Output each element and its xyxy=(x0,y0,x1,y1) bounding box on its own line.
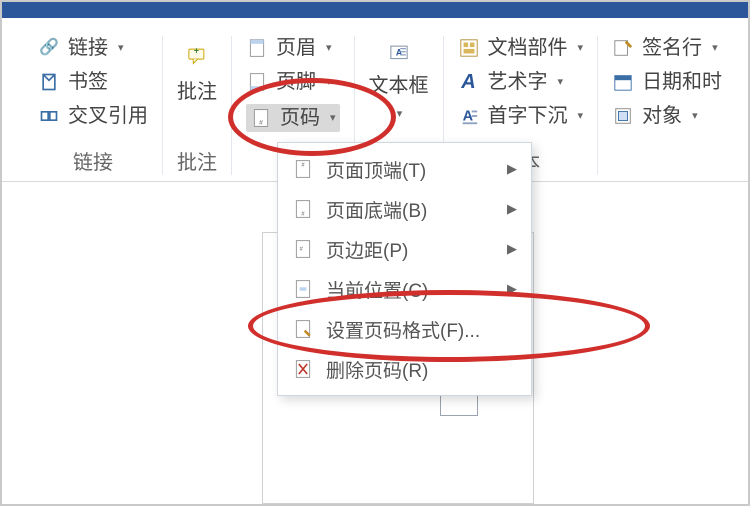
group-comments-label: 批注 xyxy=(177,146,217,175)
remove-page-numbers-icon xyxy=(292,358,314,380)
signature-label: 签名行 xyxy=(642,36,702,60)
dropdown-icon: ▾ xyxy=(578,36,584,60)
group-links: 🔗 链接 ▾ 书签 交叉引用 xyxy=(24,36,162,175)
format-page-numbers-icon xyxy=(292,318,314,340)
menu-page-margins[interactable]: # 页边距(P) ▶ xyxy=(278,229,531,269)
bookmark-button[interactable]: 书签 xyxy=(38,70,148,94)
hyperlink-button[interactable]: 🔗 链接 ▾ xyxy=(38,36,148,60)
submenu-arrow-icon: ▶ xyxy=(507,161,517,177)
datetime-label: 日期和时 xyxy=(642,70,722,94)
quick-parts-label: 文档部件 xyxy=(488,36,568,60)
drop-cap-icon: A xyxy=(458,105,480,127)
menu-margins-label: 页边距(P) xyxy=(326,236,408,263)
page-number-button[interactable]: # 页码 ▾ xyxy=(246,104,340,132)
submenu-arrow-icon: ▶ xyxy=(507,281,517,297)
svg-text:#: # xyxy=(259,120,263,127)
page-bottom-icon: # xyxy=(292,198,314,220)
dropdown-icon: ▾ xyxy=(712,36,718,60)
menu-format-label: 设置页码格式(F)... xyxy=(326,316,480,343)
footer-icon xyxy=(246,71,268,93)
menu-current-position[interactable]: 当前位置(C) ▶ xyxy=(278,269,531,309)
bookmark-icon xyxy=(38,71,60,93)
group-links-label: 链接 xyxy=(73,146,113,175)
link-icon: 🔗 xyxy=(38,37,60,59)
group-text2: 签名行 ▾ 日期和时 对象 ▾ xyxy=(597,36,736,175)
wordart-button[interactable]: A 艺术字 ▾ xyxy=(458,70,584,94)
signature-icon xyxy=(612,37,634,59)
menu-top-label: 页面顶端(T) xyxy=(326,156,426,183)
menu-format-page-numbers[interactable]: 设置页码格式(F)... xyxy=(278,309,531,349)
window-titlebar xyxy=(2,2,748,18)
cross-ref-button[interactable]: 交叉引用 xyxy=(38,104,148,128)
cross-ref-icon xyxy=(38,105,60,127)
comment-button[interactable]: + 批注 xyxy=(177,36,217,104)
group-comments: + 批注 批注 xyxy=(162,36,231,175)
textbox-button[interactable]: A 文本框 ▾ xyxy=(369,36,429,126)
drop-cap-button[interactable]: A 首字下沉 ▾ xyxy=(458,104,584,128)
signature-button[interactable]: 签名行 ▾ xyxy=(612,36,722,60)
comment-icon: + xyxy=(177,36,217,76)
datetime-button[interactable]: 日期和时 xyxy=(612,70,722,94)
textbox-icon: A xyxy=(382,36,416,70)
page-number-label: 页码 xyxy=(280,106,320,130)
quick-parts-button[interactable]: 文档部件 ▾ xyxy=(458,36,584,60)
wordart-icon: A xyxy=(458,71,480,93)
object-label: 对象 xyxy=(642,104,682,128)
quick-parts-icon xyxy=(458,37,480,59)
header-button[interactable]: 页眉 ▾ xyxy=(246,36,340,60)
comment-label: 批注 xyxy=(177,80,217,104)
dropdown-icon: ▾ xyxy=(397,102,403,126)
textbox-label: 文本框 xyxy=(369,74,429,98)
footer-label: 页脚 xyxy=(276,70,316,94)
dropdown-icon: ▾ xyxy=(578,104,584,128)
dropdown-icon: ▾ xyxy=(326,70,332,94)
header-icon xyxy=(246,37,268,59)
page-margins-icon: # xyxy=(292,238,314,260)
menu-remove-label: 删除页码(R) xyxy=(326,356,428,383)
menu-remove-page-numbers[interactable]: 删除页码(R) xyxy=(278,349,531,389)
menu-bottom-of-page[interactable]: # 页面底端(B) ▶ xyxy=(278,189,531,229)
dropdown-icon: ▾ xyxy=(118,36,124,60)
bookmark-label: 书签 xyxy=(68,70,108,94)
menu-current-label: 当前位置(C) xyxy=(326,276,428,303)
hyperlink-label: 链接 xyxy=(68,36,108,60)
header-label: 页眉 xyxy=(276,36,316,60)
submenu-arrow-icon: ▶ xyxy=(507,201,517,217)
submenu-arrow-icon: ▶ xyxy=(507,241,517,257)
wordart-label: 艺术字 xyxy=(488,70,548,94)
object-icon xyxy=(612,105,634,127)
app-window: 🔗 链接 ▾ 书签 交叉引用 xyxy=(0,0,750,506)
svg-text:+: + xyxy=(194,46,199,56)
page-top-icon: # xyxy=(292,158,314,180)
page-number-icon: # xyxy=(250,107,272,129)
footer-button[interactable]: 页脚 ▾ xyxy=(246,70,340,94)
current-position-icon xyxy=(292,278,314,300)
menu-top-of-page[interactable]: # 页面顶端(T) ▶ xyxy=(278,149,531,189)
object-button[interactable]: 对象 ▾ xyxy=(612,104,722,128)
drop-cap-label: 首字下沉 xyxy=(488,104,568,128)
dropdown-icon: ▾ xyxy=(558,70,564,94)
dropdown-icon: ▾ xyxy=(692,104,698,128)
dropdown-icon: ▾ xyxy=(330,106,336,130)
menu-bottom-label: 页面底端(B) xyxy=(326,196,427,223)
datetime-icon xyxy=(612,71,634,93)
dropdown-icon: ▾ xyxy=(326,36,332,60)
page-number-menu: # 页面顶端(T) ▶ # 页面底端(B) ▶ # 页边距(P) ▶ 当前位置(… xyxy=(277,142,532,396)
cross-ref-label: 交叉引用 xyxy=(68,104,148,128)
